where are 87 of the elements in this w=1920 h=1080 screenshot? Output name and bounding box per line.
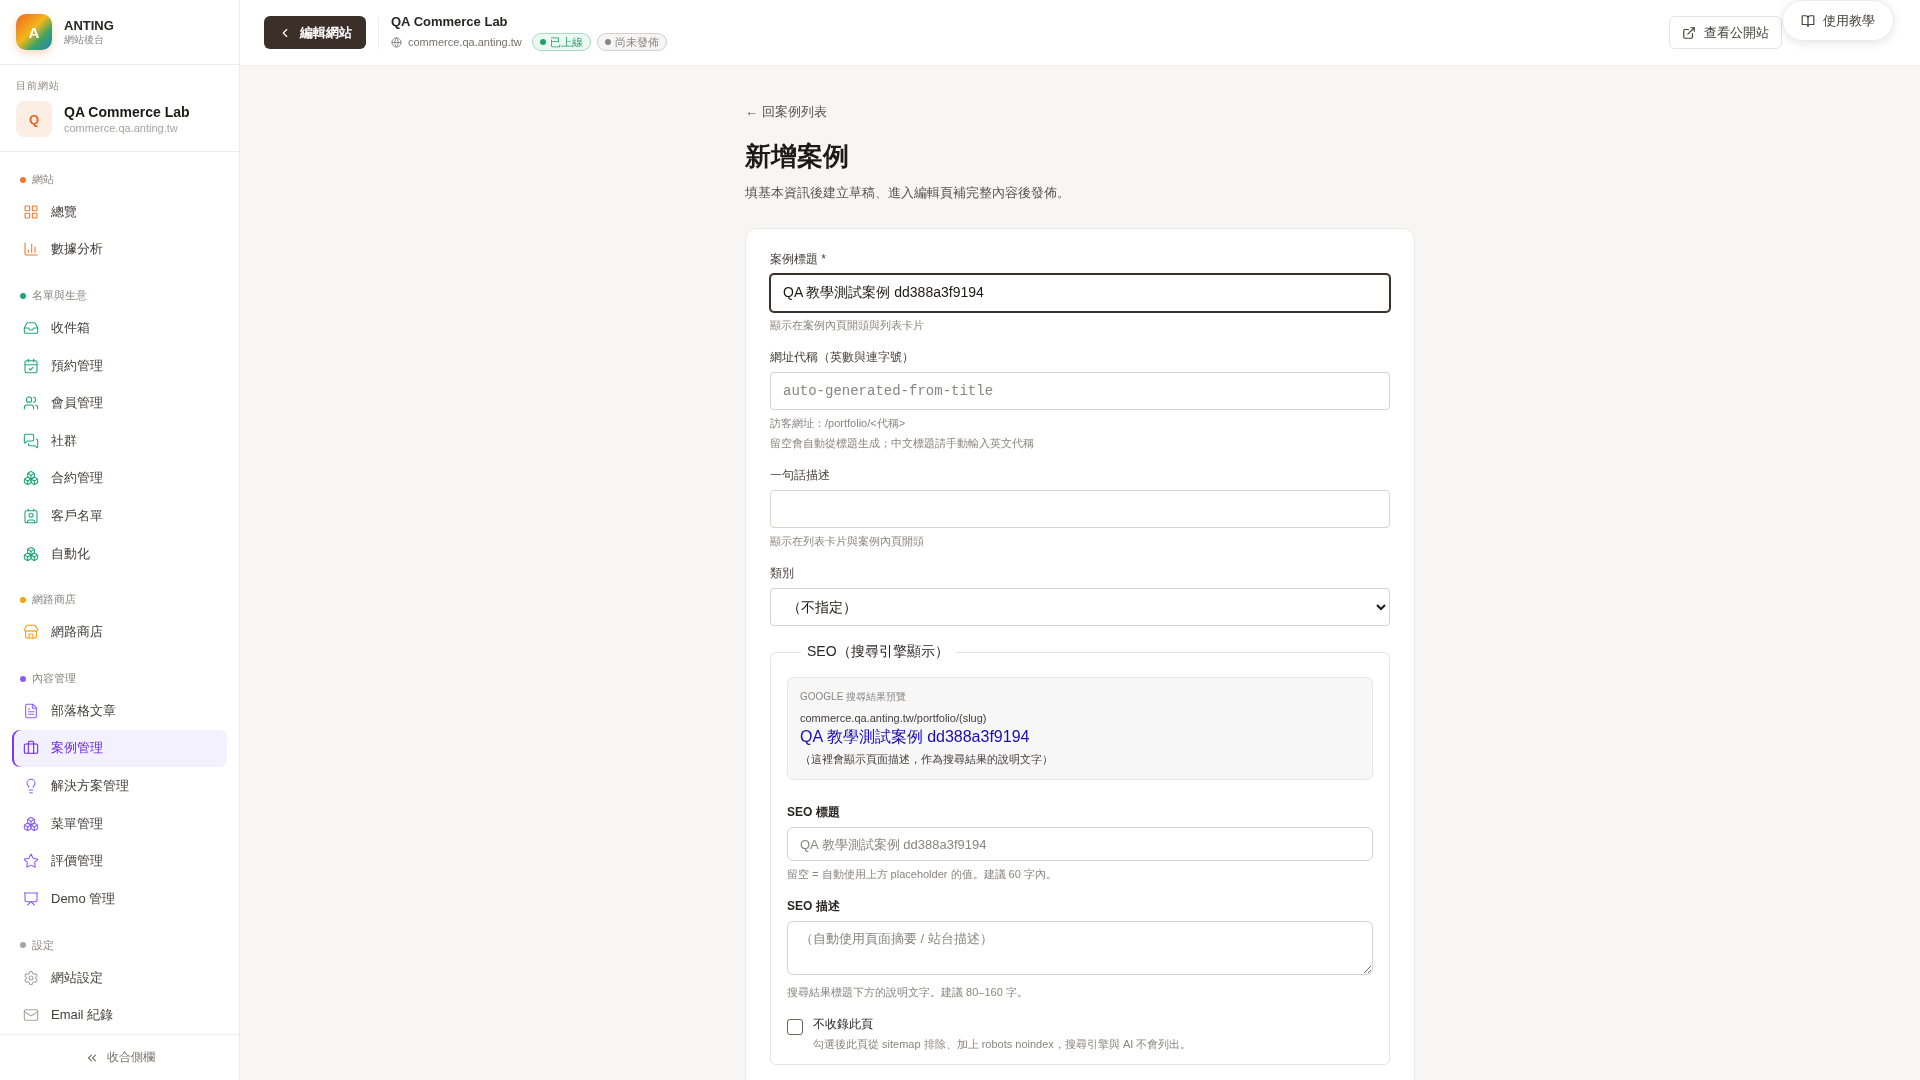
nav-icon: [23, 702, 39, 719]
nav-icon: [23, 432, 39, 449]
site-name: QA Commerce Lab: [64, 104, 190, 120]
nav-icon: [23, 740, 39, 757]
category-select[interactable]: （不指定）: [770, 588, 1390, 626]
nav-icon: [23, 508, 39, 525]
nav-icon: [23, 890, 39, 907]
nav-icon: [23, 357, 39, 374]
sidebar-item[interactable]: 收件箱: [12, 309, 227, 347]
sidebar-item[interactable]: 社群: [12, 422, 227, 460]
nav-icon: [23, 395, 39, 412]
page-title: 新增案例: [745, 140, 850, 173]
field-hint: 留空會自動從標題生成；中文標題請手動輸入英文代稱: [770, 436, 1035, 450]
sidebar-item[interactable]: Demo 管理: [12, 880, 227, 918]
brand-name: ANTING: [64, 17, 114, 33]
preview-description: （這裡會顯示頁面描述，作為搜尋結果的說明文字）: [800, 752, 1054, 767]
group-label: 網站: [32, 172, 54, 187]
field-label: SEO 描述: [787, 898, 841, 915]
field-hint: 顯示在案例內頁開頭與列表卡片: [770, 318, 925, 332]
sidebar-item[interactable]: 部落格文章: [12, 692, 227, 730]
sidebar-item[interactable]: 預約管理: [12, 346, 227, 385]
sidebar-item[interactable]: Email 紀錄: [12, 996, 227, 1034]
sidebar-item[interactable]: 案例管理: [12, 729, 227, 768]
field-hint: 顯示在列表卡片與案例內頁開頭: [770, 534, 925, 548]
view-site-button[interactable]: 查看公開站: [1669, 16, 1782, 49]
preview-label: GOOGLE 搜尋結果預覽: [800, 690, 908, 704]
nav-icon: [23, 470, 39, 487]
nav-icon: [23, 853, 39, 870]
book-icon: [1801, 13, 1815, 28]
field-hint: 搜尋結果標題下方的說明文字。建議 80–160 字。: [787, 985, 1029, 999]
nav-icon: [23, 320, 39, 336]
sidebar-item[interactable]: 網站設定: [12, 958, 227, 997]
sidebar-item[interactable]: 網路商店: [12, 613, 227, 652]
help-button[interactable]: 使用教學: [1782, 0, 1894, 41]
sidebar-item[interactable]: 數據分析: [12, 230, 227, 269]
input-field[interactable]: QA 教學測試案例 dd388a3f9194: [787, 827, 1373, 861]
sidebar-item[interactable]: 評價管理: [12, 842, 227, 881]
checkbox-label: 不收錄此頁: [813, 1016, 874, 1033]
site-domain: commerce.qa.anting.tw: [408, 36, 522, 48]
nav-icon: [23, 815, 39, 832]
status-badge: 已上線: [531, 33, 591, 51]
input-field[interactable]: auto-generated-from-title: [770, 372, 1390, 410]
nav-icon: [23, 624, 39, 641]
preview-title: QA 教學測試案例 dd388a3f9194: [800, 727, 1031, 747]
sidebar-item[interactable]: 解決方案管理: [12, 767, 227, 805]
section-legend: SEO（搜尋引擎顯示）: [801, 643, 955, 661]
nav-icon: [23, 545, 39, 562]
nav-icon: [23, 1007, 39, 1024]
preview-url: commerce.qa.anting.tw/portfolio/(slug): [800, 712, 988, 724]
sidebar-item[interactable]: 總覽: [12, 193, 227, 231]
sidebar-item[interactable]: 會員管理: [12, 384, 227, 423]
app-logo: A: [16, 14, 52, 50]
field-hint: 留空 = 自動使用上方 placeholder 的值。建議 60 字內。: [787, 867, 1058, 881]
sidebar-item[interactable]: 客戶名單: [12, 497, 227, 535]
sidebar-item[interactable]: 合約管理: [12, 459, 227, 498]
field-hint: 訪客網址：/portfolio/<代稱>: [770, 416, 907, 430]
input-field[interactable]: QA 教學測試案例 dd388a3f9194: [770, 274, 1390, 312]
textarea-field[interactable]: （自動使用頁面摘要 / 站台描述）: [787, 921, 1373, 975]
status-badge: 尚未發佈: [596, 33, 667, 51]
sidebar-item[interactable]: 菜單管理: [12, 804, 227, 843]
field-label: 網址代稱（英數與連字號）: [770, 349, 915, 366]
field-label: 案例標題 *: [770, 251, 827, 268]
globe-icon: [391, 36, 402, 48]
nav-icon: [23, 241, 39, 258]
external-link-icon: [1682, 25, 1696, 40]
site-domain: commerce.qa.anting.tw: [64, 122, 179, 134]
group-label: 設定: [32, 937, 54, 953]
field-label: SEO 標題: [787, 804, 841, 821]
site-avatar: Q: [16, 101, 52, 137]
group-label: 內容管理: [32, 671, 76, 686]
back-link[interactable]: ← 回案例列表: [745, 104, 827, 119]
nav-icon: [23, 969, 39, 986]
input-field[interactable]: [770, 490, 1390, 528]
edit-site-button[interactable]: 編輯網站: [264, 16, 366, 49]
page-subtitle: 填基本資訊後建立草稿、進入編輯頁補完整內容後發佈。: [745, 184, 1071, 202]
brand-subtitle: 網站後台: [64, 32, 105, 47]
group-label: 網路商店: [32, 592, 76, 608]
nav-icon: [23, 778, 39, 795]
nav-icon: [23, 203, 39, 220]
checkbox-hint: 勾選後此頁從 sitemap 排除、加上 robots noindex，搜尋引擎與 AI 不會列出。: [813, 1037, 1192, 1052]
checkbox[interactable]: [787, 1019, 803, 1035]
section-label: 目前網站: [16, 79, 61, 93]
field-label: 一句話描述: [770, 467, 831, 484]
field-label: 類別: [770, 565, 795, 582]
sidebar-item[interactable]: 自動化: [12, 534, 227, 573]
group-label: 名單與生意: [32, 288, 87, 304]
site-title: QA Commerce Lab: [391, 14, 509, 29]
